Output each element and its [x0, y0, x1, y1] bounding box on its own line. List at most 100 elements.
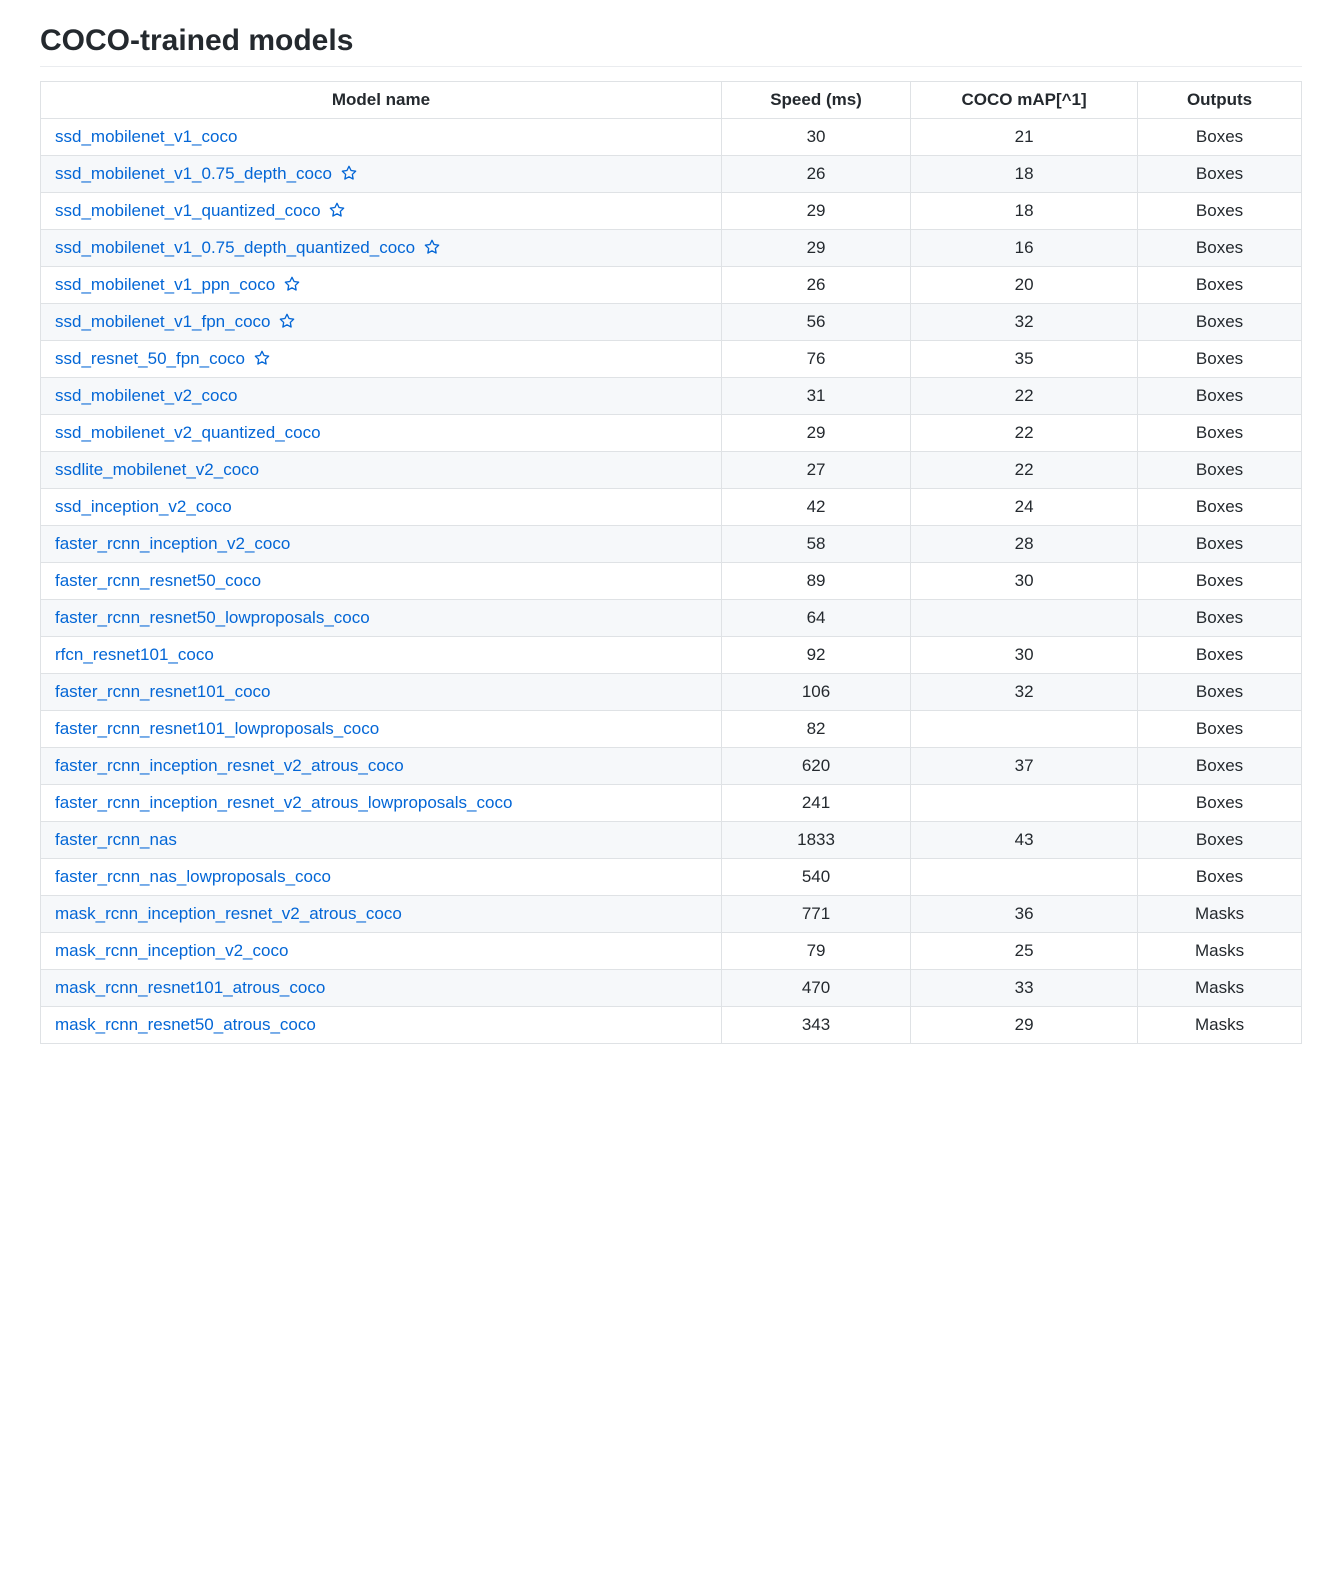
table-row: faster_rcnn_inception_resnet_v2_atrous_l… [41, 785, 1302, 822]
model-link[interactable]: mask_rcnn_resnet101_atrous_coco [55, 978, 325, 997]
model-link[interactable]: faster_rcnn_inception_v2_coco [55, 534, 290, 553]
cell-model-name: faster_rcnn_nas [41, 822, 722, 859]
table-header-row: Model name Speed (ms) COCO mAP[^1] Outpu… [41, 82, 1302, 119]
model-link[interactable]: faster_rcnn_resnet101_lowproposals_coco [55, 719, 379, 738]
cell-model-name: faster_rcnn_inception_resnet_v2_atrous_c… [41, 748, 722, 785]
cell-model-name: ssd_mobilenet_v2_coco [41, 378, 722, 415]
star-icon [254, 349, 270, 369]
model-link[interactable]: ssd_resnet_50_fpn_coco [55, 349, 245, 368]
cell-outputs: Boxes [1138, 674, 1302, 711]
cell-model-name: faster_rcnn_resnet101_coco [41, 674, 722, 711]
model-link[interactable]: ssd_mobilenet_v1_quantized_coco [55, 201, 321, 220]
cell-map: 43 [911, 822, 1138, 859]
model-link[interactable]: ssd_mobilenet_v2_coco [55, 386, 237, 405]
cell-map [911, 600, 1138, 637]
model-link[interactable]: faster_rcnn_inception_resnet_v2_atrous_l… [55, 793, 512, 812]
cell-outputs: Boxes [1138, 119, 1302, 156]
cell-outputs: Boxes [1138, 489, 1302, 526]
cell-model-name: ssdlite_mobilenet_v2_coco [41, 452, 722, 489]
cell-speed: 42 [721, 489, 910, 526]
cell-map [911, 711, 1138, 748]
cell-speed: 92 [721, 637, 910, 674]
cell-model-name: ssd_mobilenet_v1_0.75_depth_quantized_co… [41, 230, 722, 267]
cell-outputs: Boxes [1138, 156, 1302, 193]
table-row: ssd_mobilenet_v2_coco3122Boxes [41, 378, 1302, 415]
cell-model-name: ssd_mobilenet_v1_fpn_coco [41, 304, 722, 341]
cell-model-name: ssd_mobilenet_v1_coco [41, 119, 722, 156]
model-link[interactable]: ssd_mobilenet_v1_coco [55, 127, 237, 146]
cell-model-name: ssd_mobilenet_v1_quantized_coco [41, 193, 722, 230]
cell-map: 16 [911, 230, 1138, 267]
model-link[interactable]: mask_rcnn_inception_v2_coco [55, 941, 288, 960]
table-row: ssd_mobilenet_v1_coco3021Boxes [41, 119, 1302, 156]
model-link[interactable]: ssd_mobilenet_v1_0.75_depth_coco [55, 164, 332, 183]
cell-model-name: rfcn_resnet101_coco [41, 637, 722, 674]
cell-outputs: Boxes [1138, 341, 1302, 378]
cell-map: 32 [911, 674, 1138, 711]
cell-outputs: Boxes [1138, 563, 1302, 600]
col-outputs: Outputs [1138, 82, 1302, 119]
model-link[interactable]: ssd_mobilenet_v1_ppn_coco [55, 275, 275, 294]
cell-model-name: mask_rcnn_inception_v2_coco [41, 933, 722, 970]
cell-speed: 771 [721, 896, 910, 933]
model-link[interactable]: ssdlite_mobilenet_v2_coco [55, 460, 259, 479]
model-link[interactable]: faster_rcnn_resnet50_coco [55, 571, 261, 590]
star-icon [329, 201, 345, 221]
model-link[interactable]: faster_rcnn_resnet50_lowproposals_coco [55, 608, 370, 627]
cell-speed: 540 [721, 859, 910, 896]
model-link[interactable]: mask_rcnn_inception_resnet_v2_atrous_coc… [55, 904, 402, 923]
table-row: faster_rcnn_nas_lowproposals_coco540Boxe… [41, 859, 1302, 896]
cell-speed: 27 [721, 452, 910, 489]
cell-model-name: ssd_resnet_50_fpn_coco [41, 341, 722, 378]
cell-outputs: Masks [1138, 933, 1302, 970]
col-map: COCO mAP[^1] [911, 82, 1138, 119]
cell-speed: 343 [721, 1007, 910, 1044]
model-link[interactable]: faster_rcnn_resnet101_coco [55, 682, 270, 701]
cell-outputs: Boxes [1138, 822, 1302, 859]
table-row: ssd_mobilenet_v1_ppn_coco 2620Boxes [41, 267, 1302, 304]
cell-outputs: Boxes [1138, 711, 1302, 748]
table-row: mask_rcnn_inception_v2_coco7925Masks [41, 933, 1302, 970]
cell-outputs: Boxes [1138, 193, 1302, 230]
table-row: ssd_mobilenet_v1_0.75_depth_quantized_co… [41, 230, 1302, 267]
cell-map [911, 859, 1138, 896]
model-link[interactable]: rfcn_resnet101_coco [55, 645, 214, 664]
cell-speed: 26 [721, 267, 910, 304]
table-row: rfcn_resnet101_coco9230Boxes [41, 637, 1302, 674]
cell-speed: 470 [721, 970, 910, 1007]
cell-map: 22 [911, 378, 1138, 415]
cell-outputs: Masks [1138, 970, 1302, 1007]
cell-model-name: faster_rcnn_resnet50_coco [41, 563, 722, 600]
model-link[interactable]: ssd_inception_v2_coco [55, 497, 232, 516]
model-link[interactable]: faster_rcnn_nas [55, 830, 177, 849]
cell-model-name: faster_rcnn_inception_resnet_v2_atrous_l… [41, 785, 722, 822]
cell-map: 18 [911, 156, 1138, 193]
model-link[interactable]: ssd_mobilenet_v1_0.75_depth_quantized_co… [55, 238, 415, 257]
cell-speed: 29 [721, 230, 910, 267]
model-link[interactable]: mask_rcnn_resnet50_atrous_coco [55, 1015, 316, 1034]
cell-speed: 26 [721, 156, 910, 193]
table-row: faster_rcnn_inception_resnet_v2_atrous_c… [41, 748, 1302, 785]
cell-speed: 241 [721, 785, 910, 822]
cell-outputs: Boxes [1138, 267, 1302, 304]
model-link[interactable]: ssd_mobilenet_v1_fpn_coco [55, 312, 270, 331]
models-table: Model name Speed (ms) COCO mAP[^1] Outpu… [40, 81, 1302, 1044]
cell-map: 37 [911, 748, 1138, 785]
cell-map: 32 [911, 304, 1138, 341]
cell-model-name: mask_rcnn_resnet101_atrous_coco [41, 970, 722, 1007]
cell-speed: 89 [721, 563, 910, 600]
table-row: faster_rcnn_nas183343Boxes [41, 822, 1302, 859]
cell-outputs: Boxes [1138, 304, 1302, 341]
cell-speed: 79 [721, 933, 910, 970]
cell-speed: 56 [721, 304, 910, 341]
model-link[interactable]: faster_rcnn_inception_resnet_v2_atrous_c… [55, 756, 404, 775]
col-speed: Speed (ms) [721, 82, 910, 119]
model-link[interactable]: faster_rcnn_nas_lowproposals_coco [55, 867, 331, 886]
cell-speed: 106 [721, 674, 910, 711]
model-link[interactable]: ssd_mobilenet_v2_quantized_coco [55, 423, 321, 442]
cell-speed: 30 [721, 119, 910, 156]
cell-map: 22 [911, 452, 1138, 489]
cell-model-name: ssd_mobilenet_v2_quantized_coco [41, 415, 722, 452]
cell-outputs: Masks [1138, 896, 1302, 933]
cell-map: 18 [911, 193, 1138, 230]
